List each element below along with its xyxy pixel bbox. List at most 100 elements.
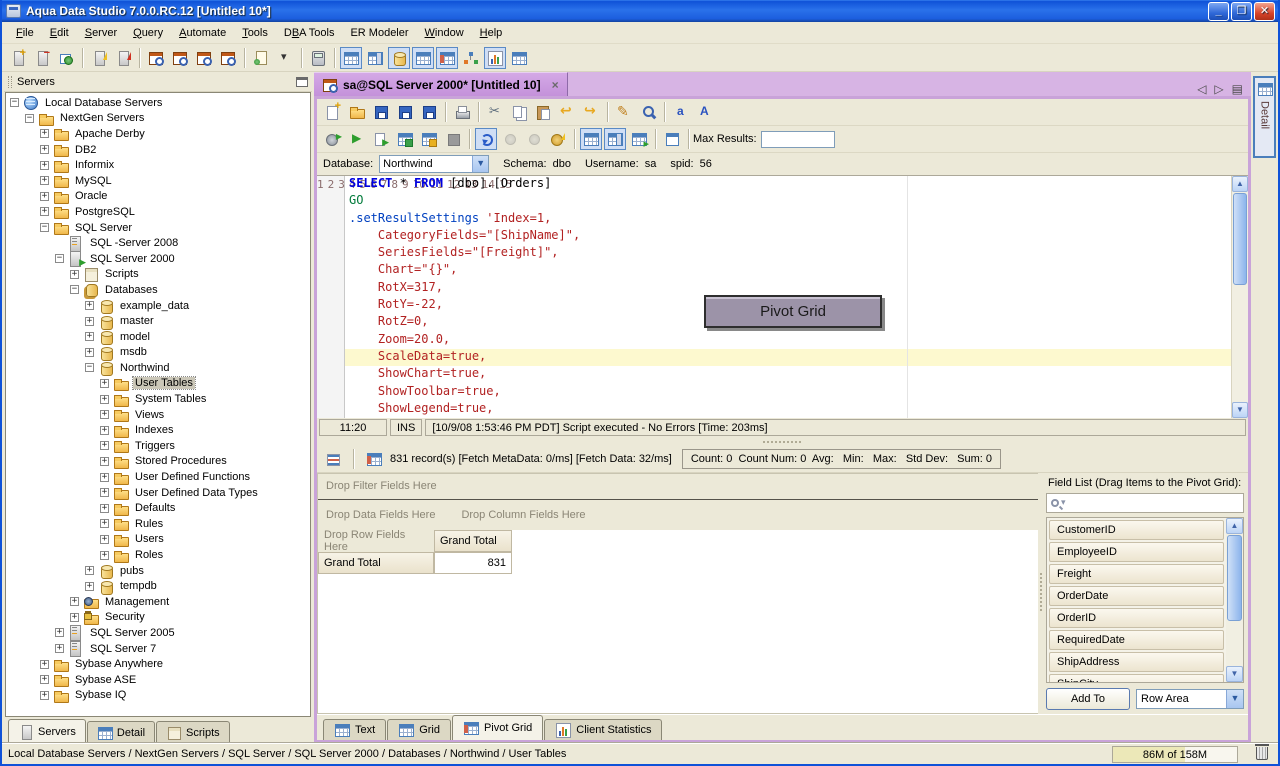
- save-icon[interactable]: [370, 101, 392, 123]
- paste-icon[interactable]: [532, 101, 554, 123]
- script-dropdown-icon[interactable]: [274, 47, 296, 69]
- expand-icon[interactable]: +: [55, 628, 64, 637]
- expand-icon[interactable]: +: [100, 473, 109, 482]
- expand-icon[interactable]: +: [100, 379, 109, 388]
- add-to-button[interactable]: Add To: [1046, 688, 1130, 710]
- collapse-icon[interactable]: −: [85, 363, 94, 372]
- tree-item-triggers[interactable]: +Triggers: [6, 438, 310, 454]
- expand-icon[interactable]: +: [85, 317, 94, 326]
- register-server-icon[interactable]: [7, 47, 29, 69]
- results-chart-icon[interactable]: [484, 47, 506, 69]
- expand-icon[interactable]: +: [85, 332, 94, 341]
- tree-item-user-defined-data-types[interactable]: +User Defined Data Types: [6, 485, 310, 501]
- tree-item-local-database-servers[interactable]: −Local Database Servers: [6, 95, 310, 111]
- tree-item-databases[interactable]: −Databases: [6, 282, 310, 298]
- panel-tab-detail[interactable]: Detail: [87, 721, 155, 743]
- expand-icon[interactable]: +: [40, 691, 49, 700]
- expand-icon[interactable]: +: [100, 395, 109, 404]
- menu-query[interactable]: Query: [125, 24, 171, 42]
- expand-icon[interactable]: +: [40, 192, 49, 201]
- restore-button[interactable]: ❐: [1231, 2, 1252, 21]
- tree-item-db2[interactable]: +DB2: [6, 142, 310, 158]
- field-item-orderdate[interactable]: OrderDate: [1049, 586, 1224, 606]
- results-plain-icon[interactable]: [508, 47, 530, 69]
- print-icon[interactable]: [451, 101, 473, 123]
- panel-grip[interactable]: [8, 76, 12, 88]
- tree-item-users[interactable]: +Users: [6, 532, 310, 548]
- stop-icon[interactable]: [442, 128, 464, 150]
- results-split-icon[interactable]: [364, 47, 386, 69]
- scroll-down-icon[interactable]: ▼: [1232, 402, 1248, 418]
- menu-file[interactable]: File: [8, 24, 42, 42]
- calculator-icon[interactable]: [307, 47, 329, 69]
- redo-icon[interactable]: [580, 101, 602, 123]
- expand-icon[interactable]: +: [40, 129, 49, 138]
- tree-item-pubs[interactable]: +pubs: [6, 563, 310, 579]
- tree-item-sql-server-7[interactable]: +SQL Server 7: [6, 641, 310, 657]
- results-pivot-icon[interactable]: [436, 47, 458, 69]
- tree-item-oracle[interactable]: +Oracle: [6, 189, 310, 205]
- expand-icon[interactable]: +: [100, 426, 109, 435]
- expand-icon[interactable]: +: [55, 644, 64, 653]
- open-script-icon[interactable]: [250, 47, 272, 69]
- close-button[interactable]: ✕: [1254, 2, 1275, 21]
- execute-play-icon[interactable]: [346, 128, 368, 150]
- expand-icon[interactable]: +: [70, 270, 79, 279]
- unregister-server-icon[interactable]: [31, 47, 53, 69]
- query-window-4-icon[interactable]: [217, 47, 239, 69]
- expand-icon[interactable]: +: [40, 176, 49, 185]
- tab-close-icon[interactable]: ×: [552, 78, 559, 92]
- expand-icon[interactable]: +: [85, 301, 94, 310]
- row-drop-zone[interactable]: Drop Row Fields Here: [318, 530, 434, 552]
- collapse-icon[interactable]: −: [40, 223, 49, 232]
- tree-item-defaults[interactable]: +Defaults: [6, 500, 310, 516]
- document-tab[interactable]: sa@SQL Server 2000* [Untitled 10] ×: [314, 72, 568, 96]
- tree-item-sql-server-2000[interactable]: −SQL Server 2000: [6, 251, 310, 267]
- execute-grid-icon[interactable]: [394, 128, 416, 150]
- tree-item-northwind[interactable]: −Northwind: [6, 360, 310, 376]
- float-panel-icon[interactable]: [296, 77, 308, 87]
- new-file-icon[interactable]: [322, 101, 344, 123]
- field-item-orderid[interactable]: OrderID: [1049, 608, 1224, 628]
- results-grid-icon[interactable]: [412, 47, 434, 69]
- expand-icon[interactable]: +: [100, 535, 109, 544]
- expand-icon[interactable]: +: [85, 582, 94, 591]
- tab-list-icon[interactable]: ▤: [1232, 82, 1243, 96]
- tree-item-indexes[interactable]: +Indexes: [6, 422, 310, 438]
- tree-item-sql-server-2005[interactable]: +SQL Server 2005: [6, 625, 310, 641]
- tree-item-user-defined-functions[interactable]: +User Defined Functions: [6, 469, 310, 485]
- tree-item-sql-server[interactable]: −SQL Server: [6, 220, 310, 236]
- auto-commit-icon[interactable]: [475, 128, 497, 150]
- tree-item-rules[interactable]: +Rules: [6, 516, 310, 532]
- copy-icon[interactable]: [508, 101, 530, 123]
- max-results-input[interactable]: [761, 131, 835, 148]
- tree-item-views[interactable]: +Views: [6, 407, 310, 423]
- expand-icon[interactable]: +: [100, 410, 109, 419]
- field-item-employeeid[interactable]: EmployeeID: [1049, 542, 1224, 562]
- expand-icon[interactable]: +: [70, 613, 79, 622]
- tab-next-icon[interactable]: ▷: [1214, 82, 1223, 96]
- tree-item-sybase-iq[interactable]: +Sybase IQ: [6, 688, 310, 704]
- tree-item-sybase-anywhere[interactable]: +Sybase Anywhere: [6, 656, 310, 672]
- tree-item-apache-derby[interactable]: +Apache Derby: [6, 126, 310, 142]
- query-analyzer-icon[interactable]: [145, 47, 167, 69]
- scroll-up-icon[interactable]: ▲: [1232, 176, 1248, 192]
- detail-side-tab[interactable]: Detail: [1253, 76, 1276, 158]
- memory-gauge[interactable]: 86M of 158M: [1112, 746, 1238, 763]
- editor-scrollbar[interactable]: ▲ ▼: [1231, 176, 1248, 418]
- horizontal-splitter[interactable]: [317, 438, 1248, 446]
- font-decrease-icon[interactable]: [670, 101, 692, 123]
- tree-item-stored-procedures[interactable]: +Stored Procedures: [6, 454, 310, 470]
- field-item-shipcity[interactable]: ShipCity: [1049, 674, 1224, 683]
- expand-icon[interactable]: +: [40, 675, 49, 684]
- expand-icon[interactable]: +: [40, 207, 49, 216]
- menu-window[interactable]: Window: [417, 24, 472, 42]
- expand-icon[interactable]: +: [100, 519, 109, 528]
- chevron-down-icon[interactable]: ▼: [1226, 690, 1243, 708]
- form-view-icon[interactable]: [661, 128, 683, 150]
- execute-edit-icon[interactable]: [418, 128, 440, 150]
- menu-automate[interactable]: Automate: [171, 24, 234, 42]
- database-select[interactable]: Northwind ▼: [379, 155, 489, 173]
- garbage-collect-icon[interactable]: [1256, 747, 1268, 760]
- tree-item-model[interactable]: +model: [6, 329, 310, 345]
